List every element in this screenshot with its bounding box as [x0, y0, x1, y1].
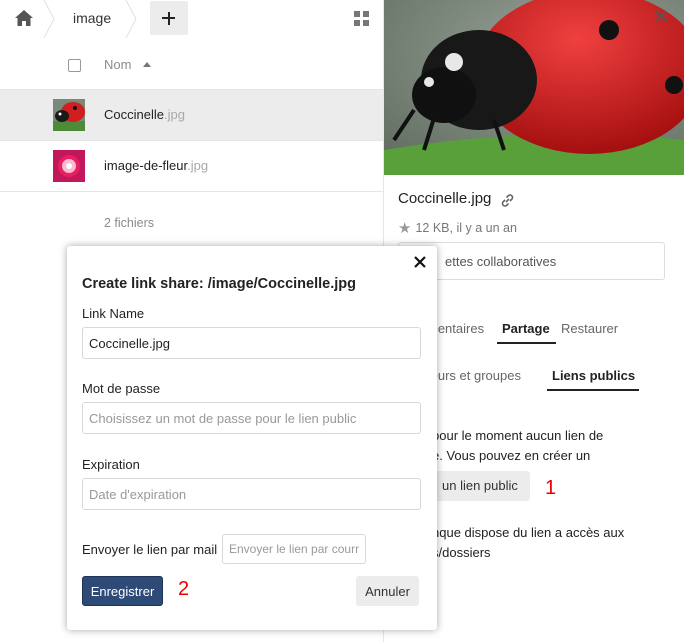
star-icon[interactable]: ★ — [398, 219, 411, 237]
password-input[interactable] — [82, 402, 421, 434]
grid-view-icon[interactable] — [354, 11, 369, 26]
breadcrumb-separator-icon — [43, 0, 55, 38]
flower-thumbnail — [53, 150, 85, 182]
file-name[interactable]: Coccinelle.jpg — [104, 107, 185, 122]
tab-sharing[interactable]: Partage — [502, 321, 550, 336]
file-meta-text: 12 KB, il y a un an — [415, 221, 517, 235]
sidebar-filename: Coccinelle.jpg — [398, 190, 492, 207]
file-name[interactable]: image-de-fleur.jpg — [104, 158, 208, 173]
cancel-button[interactable]: Annuler — [356, 576, 419, 606]
password-label: Mot de passe — [82, 381, 161, 396]
subtab-users-groups[interactable]: teurs et groupes — [427, 368, 521, 383]
select-all-checkbox[interactable] — [68, 59, 81, 72]
file-meta: ★ 12 KB, il y a un an — [398, 219, 517, 237]
create-public-link-button[interactable]: un lien public — [428, 471, 530, 501]
active-subtab-indicator — [547, 389, 639, 391]
breadcrumb-folder[interactable]: image — [73, 10, 111, 26]
image-preview — [384, 0, 684, 175]
link-name-label: Link Name — [82, 306, 145, 321]
breadcrumb: image — [0, 0, 383, 38]
file-count: 2 fichiers — [104, 216, 155, 230]
tab-restore[interactable]: Restaurer — [561, 321, 618, 336]
ladybug-thumbnail — [53, 99, 85, 131]
link-icon[interactable] — [500, 193, 515, 208]
collaborative-tags-button[interactable]: ettes collaboratives — [398, 242, 665, 280]
breadcrumb-separator-icon — [125, 0, 137, 38]
no-links-message: pour le moment aucun lien de e. Vous pou… — [432, 428, 604, 463]
close-icon[interactable] — [414, 256, 426, 268]
mail-input[interactable] — [222, 534, 366, 564]
new-file-button[interactable] — [150, 1, 188, 35]
file-row[interactable]: Coccinelle.jpg — [0, 90, 383, 141]
save-button[interactable]: Enregistrer — [82, 576, 163, 606]
close-icon[interactable] — [654, 9, 668, 23]
expiration-label: Expiration — [82, 457, 140, 472]
dialog-title: Create link share: /image/Coccinelle.jpg — [82, 276, 356, 292]
subtab-public-links[interactable]: Liens publics — [552, 368, 635, 383]
sort-ascending-icon[interactable] — [143, 62, 151, 67]
link-name-input[interactable] — [82, 327, 421, 359]
annotation-number-1: 1 — [545, 477, 557, 499]
file-row[interactable]: image-de-fleur.jpg — [0, 141, 383, 192]
active-tab-indicator — [497, 342, 556, 344]
annotation-number-2: 2 — [178, 578, 190, 600]
link-access-message: nque dispose du lien a accès aux s/dossi… — [432, 525, 625, 560]
mail-label: Envoyer le lien par mail — [82, 542, 218, 557]
name-column-header[interactable]: Nom — [104, 57, 131, 72]
file-list-header: Nom — [0, 40, 383, 90]
collaborative-tags-label: ettes collaboratives — [445, 254, 557, 269]
home-icon[interactable] — [14, 9, 34, 27]
expiration-input[interactable] — [82, 478, 421, 510]
create-link-share-dialog: Create link share: /image/Coccinelle.jpg… — [67, 246, 437, 630]
create-public-link-label: un lien public — [442, 478, 518, 493]
